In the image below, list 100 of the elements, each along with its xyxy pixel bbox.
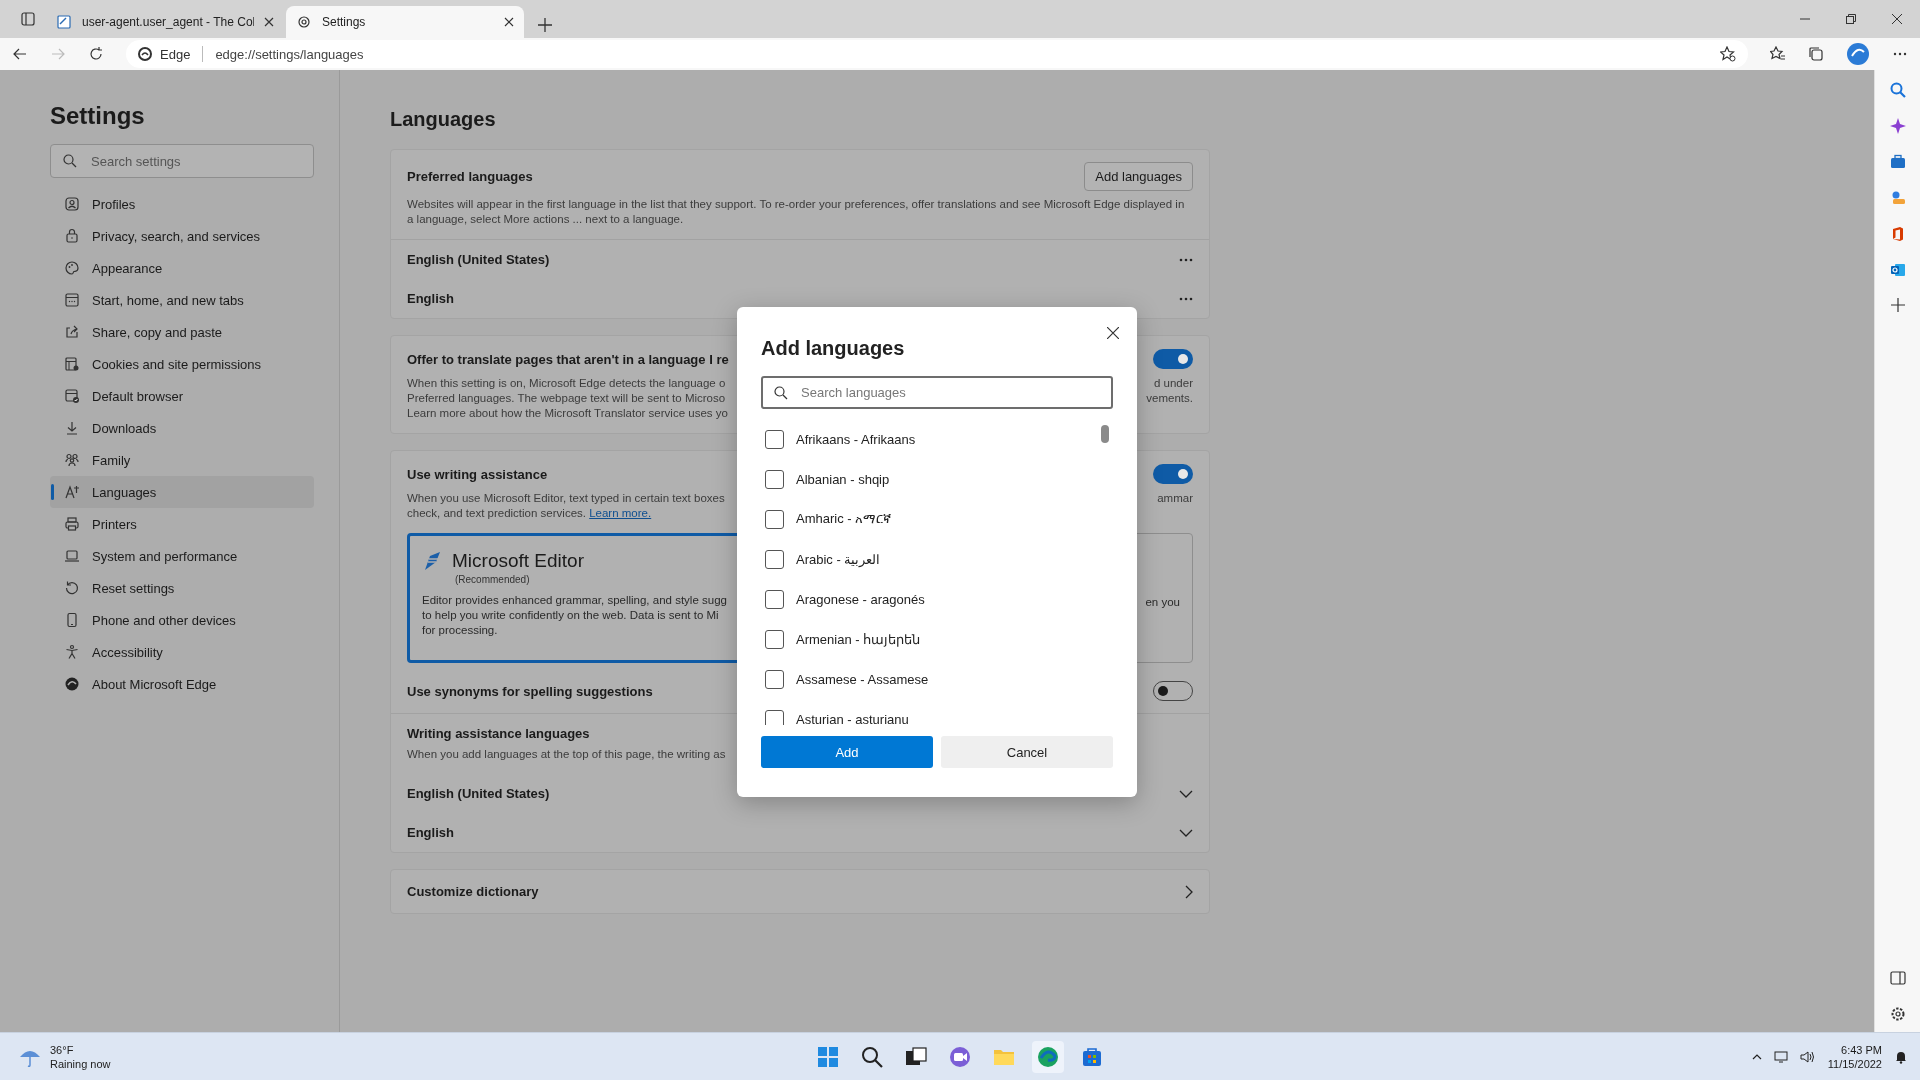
scrollbar-thumb[interactable] xyxy=(1101,425,1109,443)
language-option[interactable]: Afrikaans - Afrikaans xyxy=(796,431,916,447)
display-icon[interactable] xyxy=(1773,1050,1788,1063)
start-icon[interactable] xyxy=(816,1045,840,1069)
setting-label: Use synonyms for spelling suggestions xyxy=(407,683,653,699)
url-text: edge://settings/languages xyxy=(215,46,365,62)
language-option[interactable]: Arabic - العربية xyxy=(796,551,881,567)
palette-icon xyxy=(64,260,80,276)
checkbox[interactable] xyxy=(765,509,784,529)
description-text: vements. xyxy=(1146,391,1193,406)
settings-card[interactable]: Customize dictionary xyxy=(390,869,1210,914)
more-icon[interactable] xyxy=(1179,257,1193,262)
close-icon[interactable] xyxy=(264,17,274,27)
sidebar-item[interactable]: Appearance xyxy=(50,252,314,284)
sidebar-item[interactable]: Accessibility xyxy=(50,636,314,668)
sidebar-toggle-icon[interactable] xyxy=(1889,970,1906,986)
language-option[interactable]: Albanian - shqip xyxy=(796,471,890,487)
more-icon[interactable] xyxy=(1179,296,1193,301)
language-option[interactable]: Aragonese - aragonés xyxy=(796,591,925,607)
favorite-add-icon[interactable] xyxy=(1720,46,1736,62)
sidebar-item[interactable]: Reset settings xyxy=(50,572,314,604)
sidebar-item[interactable]: Share, copy and paste xyxy=(50,316,314,348)
language-option[interactable]: Armenian - հայերեն xyxy=(796,631,921,647)
chevron-up-icon[interactable] xyxy=(1751,1053,1762,1060)
sidebar-item[interactable]: Privacy, search, and services xyxy=(50,220,314,252)
add-languages-button[interactable]: Add languages xyxy=(1084,162,1193,191)
store-icon[interactable] xyxy=(1080,1045,1104,1069)
description-text: d under xyxy=(1154,376,1193,391)
sidebar-item[interactable]: Printers xyxy=(50,508,314,540)
checkbox[interactable] xyxy=(765,429,784,449)
collections-icon[interactable] xyxy=(1808,46,1824,62)
refresh-icon[interactable] xyxy=(88,46,104,62)
favorites-icon[interactable] xyxy=(1770,46,1786,62)
new-tab-icon[interactable] xyxy=(538,18,552,32)
printer-icon xyxy=(64,516,80,532)
edge-logo-icon[interactable] xyxy=(1036,1045,1060,1069)
mail-icon[interactable] xyxy=(1889,262,1906,278)
sidebar-item[interactable]: About Microsoft Edge xyxy=(50,668,314,700)
close-icon[interactable] xyxy=(504,17,514,27)
restore-icon[interactable] xyxy=(1846,14,1856,24)
tab-title: Settings xyxy=(322,15,367,29)
checkbox[interactable] xyxy=(765,709,784,725)
setting-label: Customize dictionary xyxy=(407,884,539,899)
site-label: Edge xyxy=(160,46,191,62)
description-text: When you use Microsoft Editor, text typed in certain text boxes xyxy=(407,492,725,504)
video-chat-icon[interactable] xyxy=(948,1045,972,1069)
sidebar-item[interactable]: Languages xyxy=(50,476,314,508)
phone-icon xyxy=(64,612,80,628)
add-button[interactable]: Add xyxy=(761,736,933,768)
toggle-switch[interactable] xyxy=(1153,349,1193,369)
checkbox[interactable] xyxy=(765,629,784,649)
cancel-button[interactable]: Cancel xyxy=(941,736,1113,768)
window-check-icon xyxy=(64,388,80,404)
close-icon[interactable] xyxy=(1892,14,1902,24)
search-field[interactable]: Search languages xyxy=(761,376,1113,409)
sparkle-icon[interactable] xyxy=(1889,118,1906,134)
sidebar-item[interactable]: Cookies and site permissions xyxy=(50,348,314,380)
chevron-down-icon[interactable] xyxy=(1179,789,1193,798)
browser-tab[interactable]: Settings xyxy=(286,6,524,38)
sidebar-item[interactable]: Profiles xyxy=(50,188,314,220)
address-field[interactable]: Edge edge://settings/languages xyxy=(126,40,1748,68)
share-icon xyxy=(64,324,80,340)
sidebar-item[interactable]: Phone and other devices xyxy=(50,604,314,636)
checkbox[interactable] xyxy=(765,549,784,569)
settings-icon xyxy=(296,14,312,30)
learn-more-link[interactable]: Learn more. xyxy=(589,507,652,519)
description-text: Preferred languages. The webpage text will be sent to Microso xyxy=(407,392,726,404)
browser-tab[interactable]: user-agent.user_agent - The Col xyxy=(46,6,284,38)
checkbox[interactable] xyxy=(765,669,784,689)
toggle-switch[interactable] xyxy=(1153,464,1193,484)
sidebar-item[interactable]: Start, home, and new tabs xyxy=(50,284,314,316)
bell-icon[interactable] xyxy=(1894,1049,1908,1064)
search-icon[interactable] xyxy=(860,1045,884,1069)
checkbox[interactable] xyxy=(765,469,784,489)
language-name: English (United States) xyxy=(407,252,550,267)
language-option[interactable]: Assamese - Assamese xyxy=(796,671,929,687)
description-text: Learn more about how the Microsoft Translator service uses yo xyxy=(407,407,728,419)
chevron-right-icon[interactable] xyxy=(1185,884,1193,899)
sidebar-item[interactable]: Downloads xyxy=(50,412,314,444)
checkbox[interactable] xyxy=(765,589,784,609)
window-gear-icon xyxy=(64,356,80,372)
accessibility-icon xyxy=(64,644,80,660)
sidebar-item[interactable]: Default browser xyxy=(50,380,314,412)
sidebar-item[interactable]: Family xyxy=(50,444,314,476)
language-name: English xyxy=(407,825,454,840)
back-icon[interactable] xyxy=(12,46,28,62)
profile-avatar-icon[interactable] xyxy=(1846,42,1870,66)
add-icon[interactable] xyxy=(1890,298,1905,312)
speaker-icon[interactable] xyxy=(1799,1050,1816,1063)
language-option[interactable]: Asturian - asturianu xyxy=(796,711,909,725)
tab-actions-icon[interactable] xyxy=(20,11,36,27)
section-title: Writing assistance languages xyxy=(407,726,591,741)
settings-icon[interactable] xyxy=(1889,1006,1906,1022)
chevron-down-icon[interactable] xyxy=(1179,828,1193,837)
briefcase-icon[interactable] xyxy=(1889,154,1906,170)
clock-date: 11/15/2022 xyxy=(1827,1057,1882,1070)
language-option[interactable]: Amharic - አማርኛ xyxy=(796,511,892,527)
search-field[interactable]: Search settings xyxy=(50,144,314,178)
sidebar-item[interactable]: System and performance xyxy=(50,540,314,572)
laptop-icon xyxy=(64,548,80,564)
